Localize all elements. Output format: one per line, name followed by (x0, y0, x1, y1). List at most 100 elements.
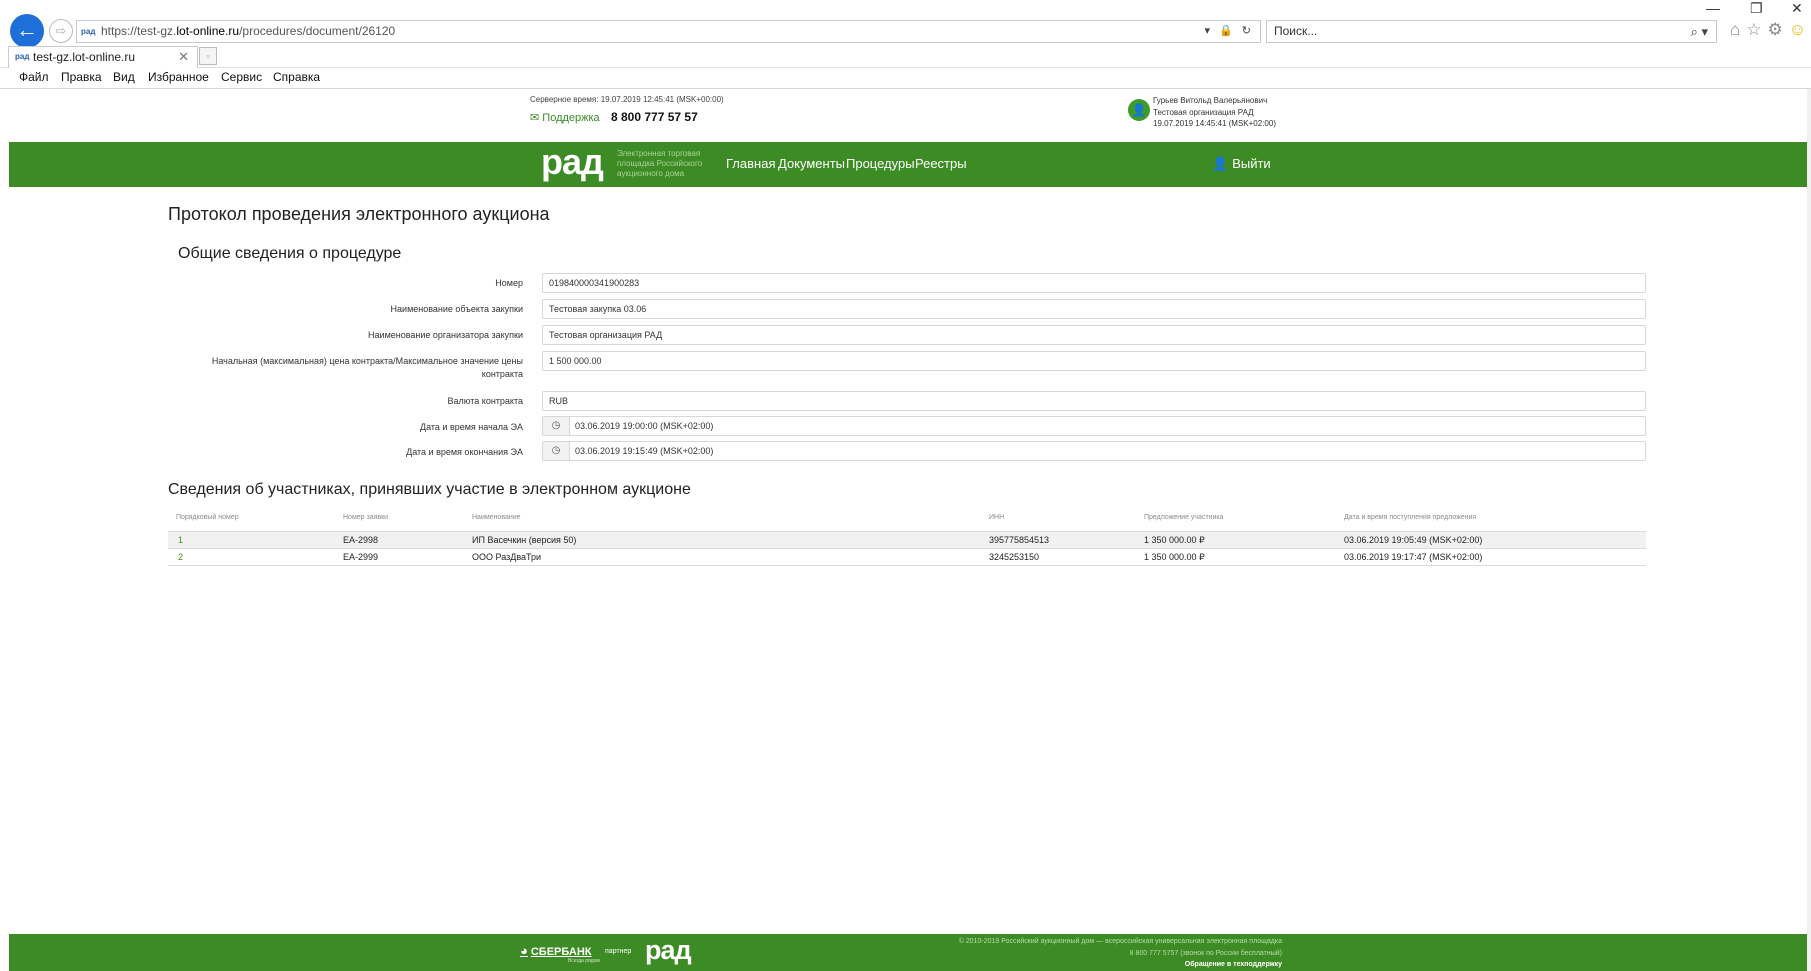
participants-section-title: Сведения об участниках, принявших участи… (168, 481, 691, 498)
support-label: Поддержка (542, 112, 600, 124)
search-input[interactable]: Поиск... ⌕ ▾ (1266, 20, 1717, 43)
header-order-number[interactable]: Порядковый номер (176, 514, 239, 521)
forward-button[interactable]: ⇨ (49, 19, 73, 43)
table-row[interactable]: 2 ЕА-2999 ООО РазДваТри 3245253150 1 350… (168, 548, 1646, 565)
start-datetime-label: Дата и время начала ЭА (419, 422, 523, 432)
user-time: 19.07.2019 14:45:41 (MSK+02:00) (1153, 119, 1276, 128)
address-tools-icon[interactable]: ▾ 🔒 ↻ (1204, 21, 1254, 42)
price-field[interactable]: 1 500 000.00 (542, 351, 1646, 371)
currency-field[interactable]: RUB (542, 391, 1646, 411)
menu-edit[interactable]: Правка (61, 70, 102, 84)
partner-label: партнер (605, 948, 632, 955)
site-footer: ◕ СБЕРБАНК Всегда рядом партнер рад © 201… (9, 934, 1807, 971)
cell-application-number: ЕА-2998 (343, 535, 379, 545)
toolbar-icons: ⌂☆⚙☺ (1730, 20, 1811, 40)
price-label-line-2: контракта (481, 369, 523, 379)
site-favicon-icon: рад (81, 27, 96, 36)
footer-support-link[interactable]: Обращение в техподдержку (1185, 961, 1282, 968)
logo-subtitle-line-2: площадка Российского (617, 159, 703, 168)
browser-tab[interactable]: рад test-gz.lot-online.ru ✕ (8, 46, 198, 68)
header-application-number[interactable]: Номер заявки (343, 514, 388, 521)
feedback-smiley-icon[interactable]: ☺ (1789, 20, 1811, 39)
close-window-icon[interactable]: ✕ (1791, 0, 1803, 17)
footer-phone: 8 800 777 5757 (звонок по России бесплат… (1129, 950, 1282, 957)
url-path: /procedures/document/26120 (239, 24, 396, 38)
cell-offer: 1 350 000.00 ₽ (1144, 535, 1205, 545)
organizer-field[interactable]: Тестовая организация РАД (542, 325, 1646, 345)
currency-label: Валюта контракта (447, 396, 523, 406)
nav-link-registries[interactable]: Реестры (915, 156, 967, 171)
address-bar[interactable]: рад https://test-gz.lot-online.ru/proced… (76, 20, 1261, 43)
end-datetime-label: Дата и время окончания ЭА (406, 447, 523, 457)
footer-rad-logo[interactable]: рад (645, 935, 692, 966)
user-organization: Тестовая организация РАД (1153, 108, 1254, 117)
mail-icon: ✉ (530, 112, 540, 124)
price-label: Начальная (максимальная) цена контракта/… (212, 355, 523, 381)
start-datetime-value: 03.06.2019 19:00:00 (MSK+02:00) (575, 421, 714, 431)
site-header: Серверное время: 19.07.2019 12:45:41 (MS… (9, 89, 1807, 142)
logo-subtitle-line-1: Электронная торговая (617, 149, 701, 158)
tab-favicon-icon: рад (15, 52, 30, 61)
clock-icon[interactable]: ◷ (543, 442, 570, 460)
page-scrollbar[interactable] (1807, 89, 1811, 971)
cell-order-number[interactable]: 1 (178, 535, 183, 545)
header-offer-datetime[interactable]: Дата и время поступления предложения (1344, 514, 1476, 521)
header-inn[interactable]: ИНН (989, 514, 1004, 521)
user-name: Гурьев Витольд Валерьянович (1153, 96, 1268, 105)
favorites-star-icon[interactable]: ☆ (1746, 20, 1767, 39)
header-offer[interactable]: Предложение участника (1144, 514, 1224, 521)
end-datetime-field[interactable]: ◷ 03.06.2019 19:15:49 (MSK+02:00) (542, 441, 1646, 461)
menu-bar: Файл Правка Вид Избранное Сервис Справка (0, 68, 1811, 89)
end-datetime-value: 03.06.2019 19:15:49 (MSK+02:00) (575, 446, 714, 456)
minimize-icon[interactable]: — (1706, 0, 1720, 16)
sberbank-logo-link[interactable]: ◕ СБЕРБАНК (520, 943, 591, 958)
cell-inn: 395775854513 (989, 535, 1050, 545)
url-host: lot-online.ru (176, 24, 240, 38)
new-tab-button[interactable]: ▫ (199, 47, 217, 65)
number-field[interactable]: 019840000341900283 (542, 273, 1646, 293)
home-icon[interactable]: ⌂ (1730, 20, 1746, 39)
cell-offer: 1 350 000.00 ₽ (1144, 552, 1205, 562)
menu-file[interactable]: Файл (19, 70, 49, 84)
cell-application-number: ЕА-2999 (343, 552, 379, 562)
search-placeholder: Поиск... (1274, 24, 1318, 38)
support-phone: 8 800 777 57 57 (611, 110, 698, 124)
cell-order-number[interactable]: 2 (178, 552, 183, 562)
menu-view[interactable]: Вид (113, 70, 135, 84)
menu-help[interactable]: Справка (273, 70, 320, 84)
menu-favorites[interactable]: Избранное (148, 70, 209, 84)
number-label: Номер (495, 278, 523, 288)
nav-link-procedures[interactable]: Процедуры (846, 156, 915, 171)
clock-icon[interactable]: ◷ (543, 417, 570, 435)
browser-toolbar: ← ⇨ рад https://test-gz.lot-online.ru/pr… (0, 0, 1811, 48)
back-button[interactable]: ← (10, 14, 44, 48)
server-time: Серверное время: 19.07.2019 12:45:41 (MS… (530, 95, 724, 104)
cell-inn: 3245253150 (989, 552, 1040, 562)
page-title: Протокол проведения электронного аукцион… (168, 204, 550, 224)
url-prefix: https://test-gz. (101, 24, 177, 38)
user-avatar-icon[interactable]: 👤 (1128, 99, 1150, 121)
footer-copyright: © 2010-2019 Российский аукционный дом — … (958, 938, 1282, 945)
search-icon[interactable]: ⌕ ▾ (1691, 21, 1708, 42)
tab-title: test-gz.lot-online.ru (33, 50, 136, 64)
restore-icon[interactable]: ❐ (1750, 0, 1763, 17)
start-datetime-field[interactable]: ◷ 03.06.2019 19:00:00 (MSK+02:00) (542, 416, 1646, 436)
cell-name: ООО РазДваТри (472, 552, 542, 562)
table-divider (168, 565, 1646, 566)
sberbank-tagline: Всегда рядом (568, 958, 600, 964)
object-name-label: Наименование объекта закупки (390, 304, 523, 314)
menu-tools[interactable]: Сервис (221, 70, 262, 84)
rad-logo[interactable]: рад (541, 144, 604, 180)
tab-close-icon[interactable]: ✕ (178, 47, 189, 67)
logout-button[interactable]: 👤 Выйти (1212, 156, 1271, 172)
table-row[interactable]: 1 ЕА-2998 ИП Васечкин (версия 50) 395775… (168, 531, 1646, 548)
nav-link-documents[interactable]: Документы (778, 156, 845, 171)
support-link[interactable]: ✉ Поддержка (530, 111, 600, 124)
logo-subtitle-line-3: аукционного дома (617, 169, 685, 178)
header-name[interactable]: Наименование (472, 514, 521, 521)
nav-link-home[interactable]: Главная (726, 156, 775, 171)
cell-offer-datetime: 03.06.2019 19:17:47 (MSK+02:00) (1344, 552, 1483, 562)
object-name-field[interactable]: Тестовая закупка 03.06 (542, 299, 1646, 319)
settings-gear-icon[interactable]: ⚙ (1768, 20, 1789, 39)
tab-strip: рад test-gz.lot-online.ru ✕ ▫ (0, 46, 1811, 68)
